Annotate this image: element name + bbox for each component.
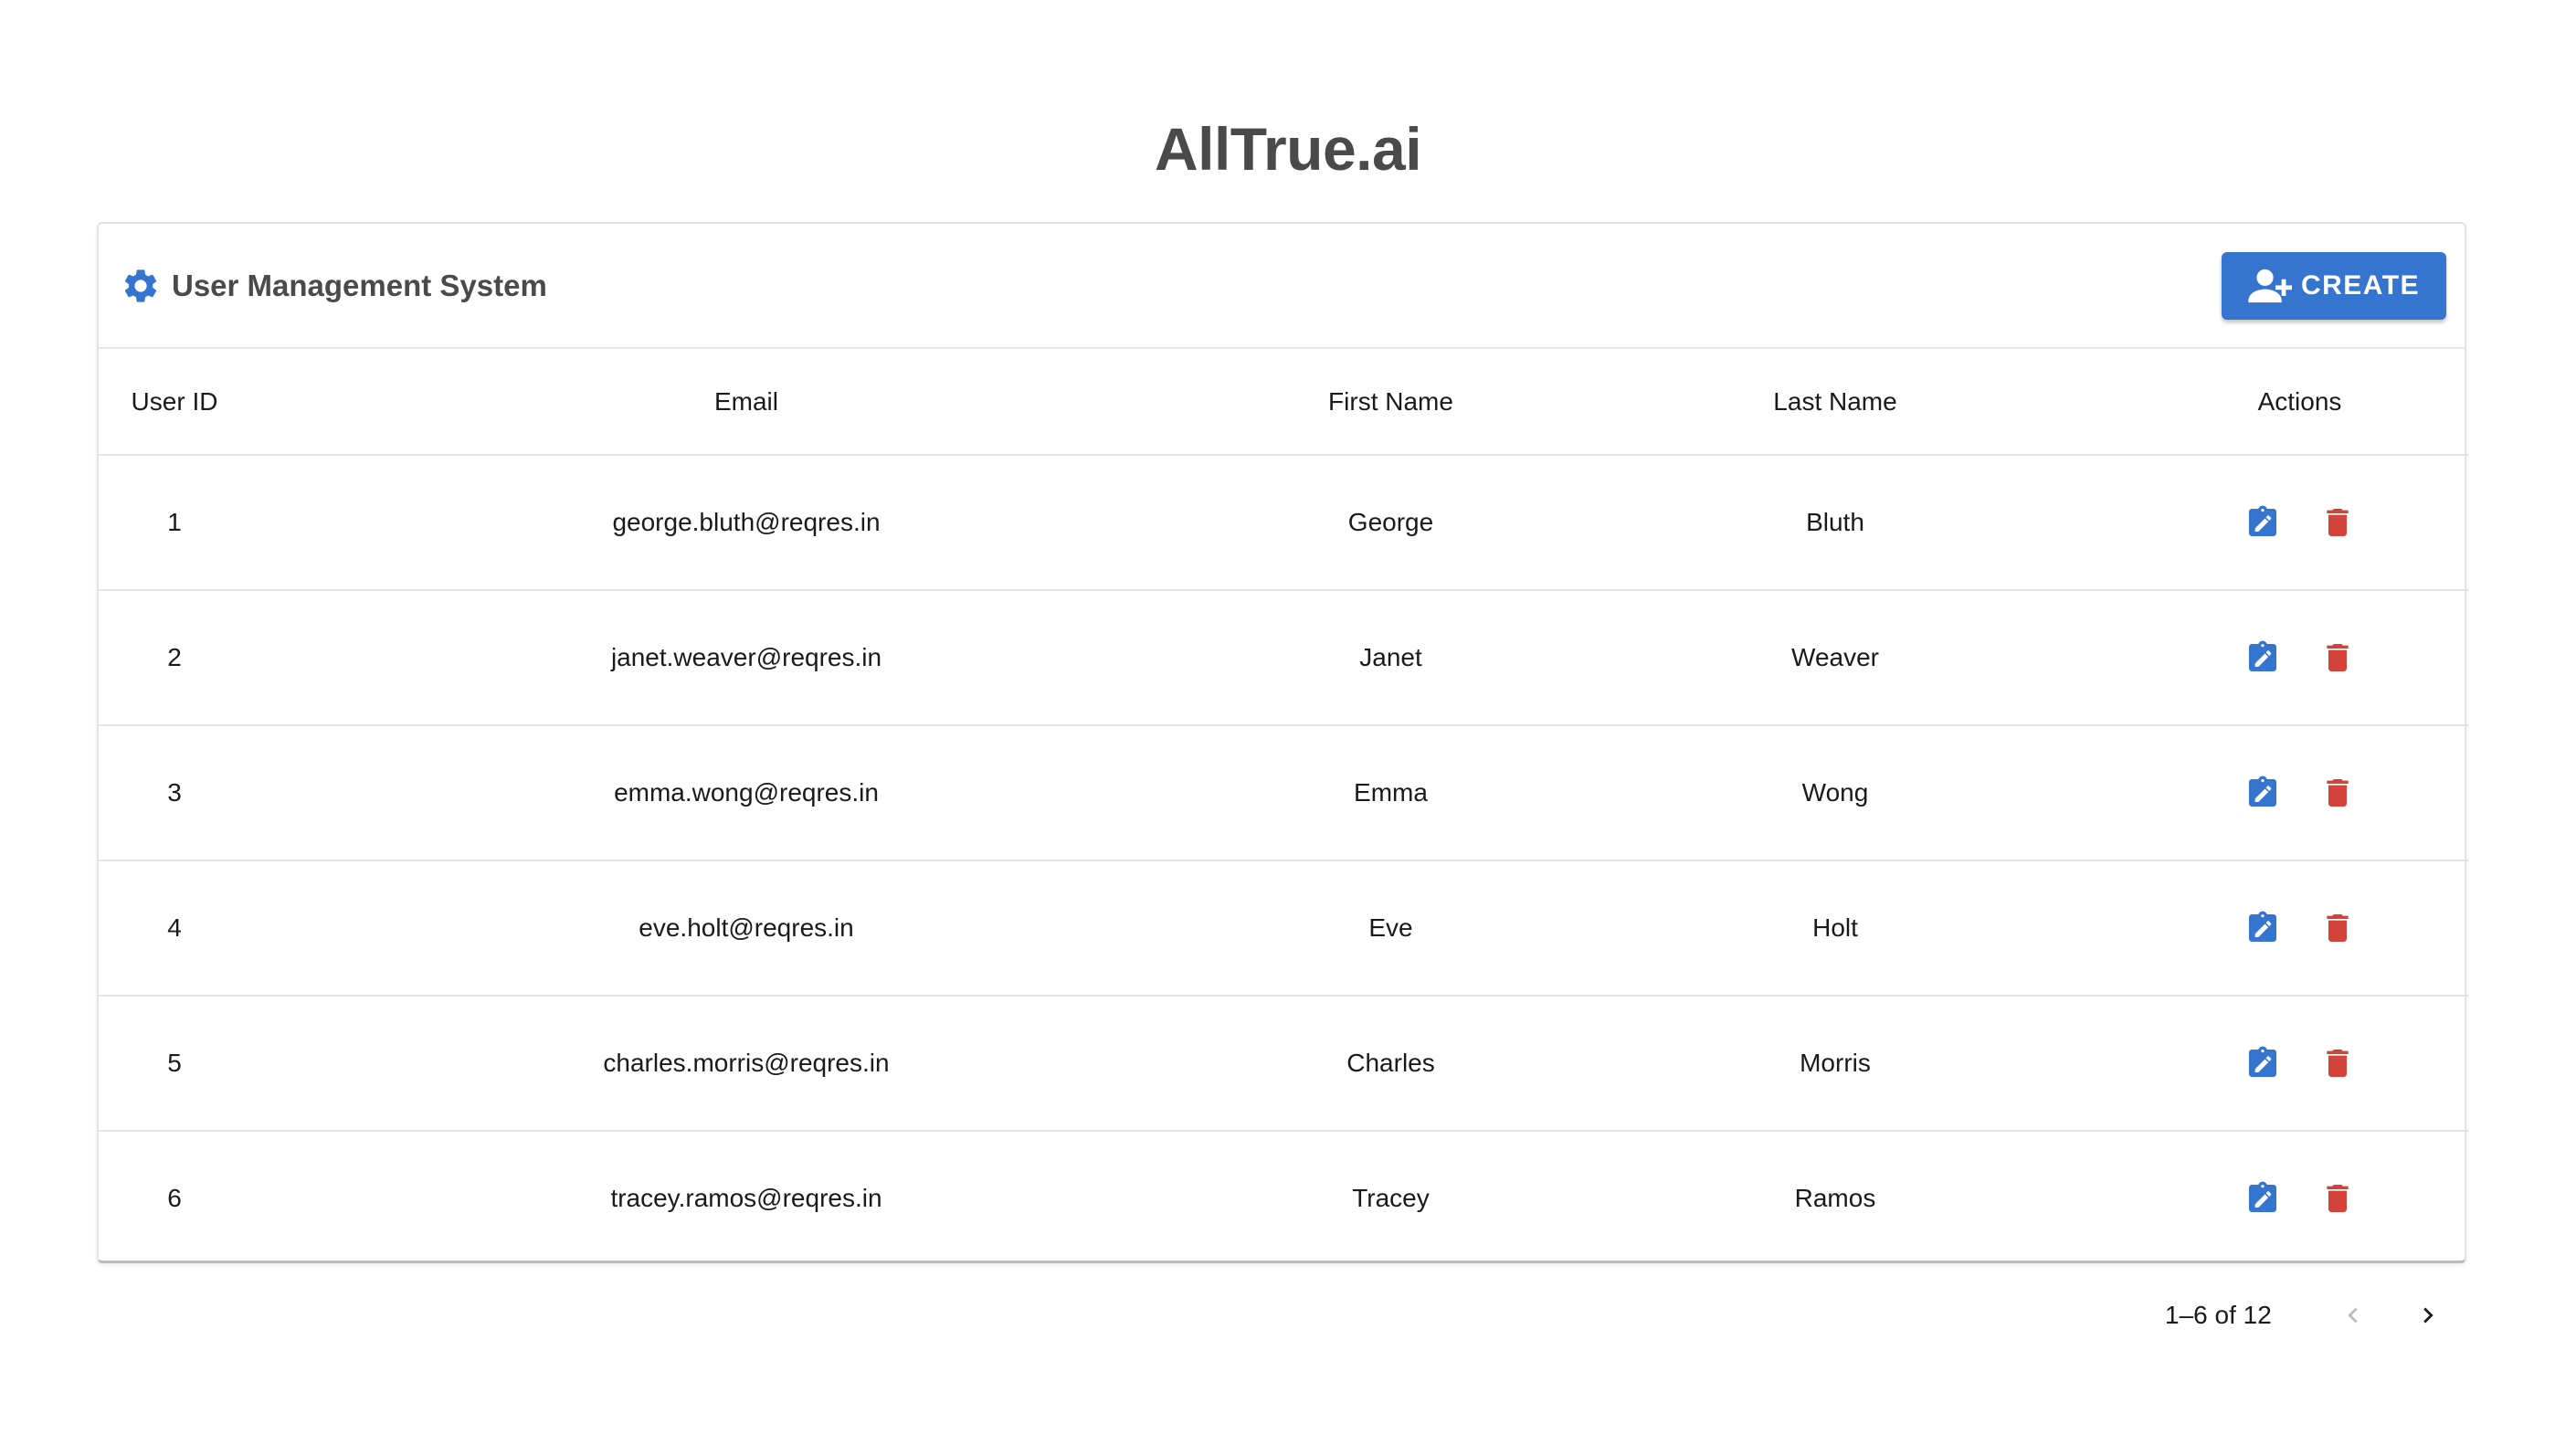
cell-email: emma.wong@reqres.in <box>250 725 1242 861</box>
delete-user-button[interactable] <box>2319 503 2356 542</box>
cell-last-name: Weaver <box>1539 590 2131 726</box>
edit-user-button[interactable] <box>2244 503 2281 542</box>
column-header-user-id[interactable]: User ID <box>99 349 250 456</box>
column-header-actions: Actions <box>2131 349 2468 456</box>
table-body: 1 george.bluth@reqres.in George Bluth 2 janet… <box>99 455 2468 1265</box>
cell-first-name: Emma <box>1242 725 1539 861</box>
person-add-icon <box>2248 269 2292 303</box>
cell-first-name: Janet <box>1242 590 1539 726</box>
create-user-button[interactable]: CREATE <box>2222 252 2446 320</box>
cell-first-name: Eve <box>1242 860 1539 997</box>
table-row: 4 eve.holt@reqres.in Eve Holt <box>99 860 2468 997</box>
delete-trash-icon <box>2326 914 2349 942</box>
cell-actions <box>2131 1131 2468 1265</box>
cell-last-name: Morris <box>1539 996 2131 1132</box>
edit-clipboard-icon <box>2248 1046 2276 1077</box>
delete-trash-icon <box>2326 1185 2349 1212</box>
cell-actions <box>2131 455 2468 591</box>
cell-actions <box>2131 590 2468 726</box>
cell-user-id: 5 <box>99 996 250 1132</box>
cell-email: charles.morris@reqres.in <box>250 996 1242 1132</box>
delete-user-button[interactable] <box>2319 638 2356 677</box>
edit-clipboard-icon <box>2248 505 2276 536</box>
table-row: 2 janet.weaver@reqres.in Janet Weaver <box>99 590 2468 726</box>
chevron-left-icon <box>2348 1307 2358 1324</box>
column-header-last-name[interactable]: Last Name <box>1539 349 2131 456</box>
delete-trash-icon <box>2326 779 2349 807</box>
table-header-row: User ID Email First Name Last Name Actio… <box>99 349 2468 456</box>
cell-last-name: Wong <box>1539 725 2131 861</box>
users-table: User ID Email First Name Last Name Actio… <box>99 349 2468 1265</box>
cell-actions <box>2131 725 2468 861</box>
next-page-button[interactable] <box>2406 1293 2450 1337</box>
gear-icon <box>124 269 157 302</box>
cell-first-name: George <box>1242 455 1539 591</box>
delete-trash-icon <box>2326 509 2349 536</box>
table-row: 5 charles.morris@reqres.in Charles Morris <box>99 996 2468 1132</box>
cell-actions <box>2131 996 2468 1132</box>
cell-last-name: Bluth <box>1539 455 2131 591</box>
chevron-right-icon <box>2423 1307 2433 1324</box>
cell-first-name: Tracey <box>1352 1184 1430 1212</box>
table-row: 3 emma.wong@reqres.in Emma Wong <box>99 725 2468 861</box>
cell-user-id: 2 <box>99 590 250 726</box>
delete-user-button[interactable] <box>2319 909 2356 947</box>
edit-clipboard-icon <box>2248 775 2276 807</box>
edit-clipboard-icon <box>2248 911 2276 942</box>
cell-actions <box>2131 860 2468 997</box>
cell-email: eve.holt@reqres.in <box>250 860 1242 997</box>
delete-user-button[interactable] <box>2319 1179 2356 1218</box>
cell-last-name: Ramos <box>1794 1184 1876 1212</box>
card-title: User Management System <box>172 269 547 302</box>
cell-email: george.bluth@reqres.in <box>250 455 1242 591</box>
pagination-range: 1–6 of 12 <box>2165 1301 2272 1329</box>
table-row: 1 george.bluth@reqres.in George Bluth <box>99 455 2468 591</box>
table-row: 6 tracey.ramos@reqres.in Tracey Ramos <box>99 1131 2468 1265</box>
cell-email: janet.weaver@reqres.in <box>250 590 1242 726</box>
pagination: 1–6 of 12 <box>0 1288 2576 1343</box>
edit-clipboard-icon <box>2248 1181 2276 1212</box>
edit-user-button[interactable] <box>2244 1179 2281 1218</box>
cell-user-id: 3 <box>99 725 250 861</box>
user-management-card: User Management System CREATE User ID Em… <box>97 222 2468 1265</box>
edit-user-button[interactable] <box>2244 638 2281 677</box>
delete-user-button[interactable] <box>2319 774 2356 812</box>
edit-clipboard-icon <box>2248 640 2276 671</box>
delete-trash-icon <box>2326 644 2349 671</box>
cell-email: tracey.ramos@reqres.in <box>610 1184 882 1212</box>
edit-user-button[interactable] <box>2244 909 2281 947</box>
column-header-first-name[interactable]: First Name <box>1242 349 1539 456</box>
edit-user-button[interactable] <box>2244 1044 2281 1082</box>
app-title: AllTrue.ai <box>1154 115 1422 183</box>
cell-user-id: 1 <box>99 455 250 591</box>
create-button-label: CREATE <box>2300 270 2421 301</box>
cell-last-name: Holt <box>1539 860 2131 997</box>
cell-user-id: 6 <box>167 1184 182 1212</box>
card-header: User Management System CREATE <box>99 224 2465 349</box>
edit-user-button[interactable] <box>2244 774 2281 812</box>
column-header-email[interactable]: Email <box>250 349 1242 456</box>
delete-trash-icon <box>2326 1050 2349 1077</box>
previous-page-button[interactable] <box>2331 1293 2375 1337</box>
cell-first-name: Charles <box>1242 996 1539 1132</box>
delete-user-button[interactable] <box>2319 1044 2356 1082</box>
cell-user-id: 4 <box>99 860 250 997</box>
